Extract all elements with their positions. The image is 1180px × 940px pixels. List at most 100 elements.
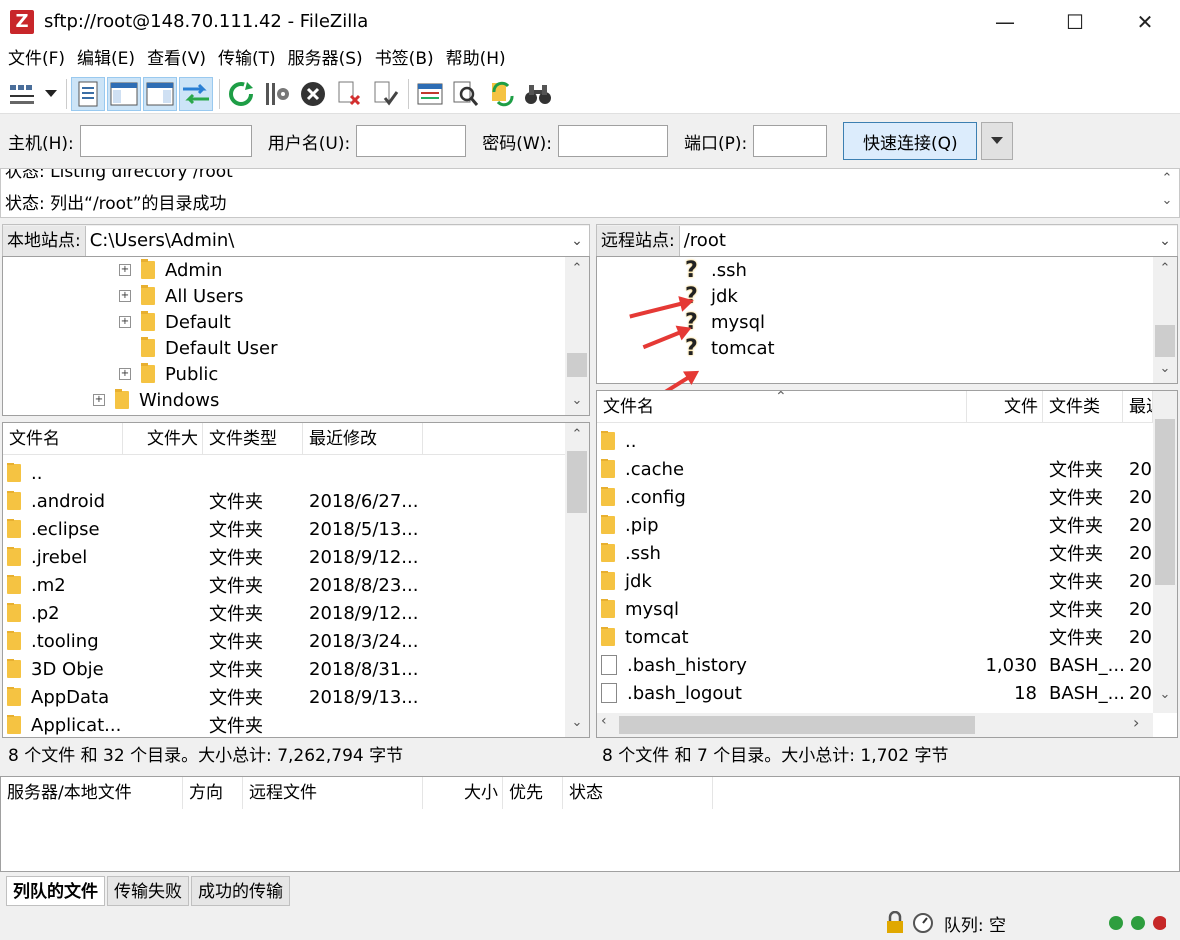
column-size[interactable]: 大小 xyxy=(423,777,503,809)
column-filename[interactable]: 文件名 ⌃ xyxy=(597,391,967,423)
scroll-thumb[interactable] xyxy=(567,451,587,513)
local-list-scrollbar[interactable]: ⌃ ⌄ xyxy=(565,423,589,737)
maximize-icon[interactable]: ☐ xyxy=(1040,0,1110,44)
cancel-operation-icon[interactable] xyxy=(296,77,330,111)
expand-icon[interactable]: + xyxy=(119,316,131,328)
toggle-filename-filter-icon[interactable] xyxy=(449,77,483,111)
tree-item[interactable]: ? tomcat xyxy=(685,335,775,361)
scroll-down-icon[interactable]: ⌄ xyxy=(1153,687,1177,702)
scroll-down-icon[interactable]: ⌄ xyxy=(565,715,589,730)
username-input[interactable] xyxy=(356,125,467,157)
file-row[interactable]: 3D Obje 文件夹 2018/8/31... xyxy=(7,655,423,683)
file-row[interactable]: .. xyxy=(7,459,423,487)
quickconnect-button[interactable]: 快速连接(Q) xyxy=(843,122,978,160)
remote-tree-scrollbar[interactable]: ⌃ ⌄ xyxy=(1153,257,1177,383)
tree-item[interactable]: + Windows xyxy=(93,387,219,413)
file-row[interactable]: .. xyxy=(601,427,1153,455)
quickconnect-dropdown-icon[interactable] xyxy=(981,122,1014,160)
scroll-thumb[interactable] xyxy=(1155,419,1175,585)
file-row[interactable]: .cache 文件夹 20 xyxy=(601,455,1153,483)
menu-bookmarks[interactable]: 书签(B) xyxy=(369,44,440,74)
expand-icon[interactable]: + xyxy=(119,368,131,380)
password-input[interactable] xyxy=(558,125,669,157)
column-filetype[interactable]: 文件类 xyxy=(1043,391,1123,423)
scroll-up-icon[interactable]: ⌃ xyxy=(565,427,589,442)
tree-item[interactable]: + Default xyxy=(119,309,231,335)
file-row[interactable]: tomcat 文件夹 20 xyxy=(601,623,1153,651)
expand-icon[interactable]: + xyxy=(119,290,131,302)
scroll-down-icon[interactable]: ⌄ xyxy=(565,393,589,408)
reconnect-icon[interactable] xyxy=(368,77,402,111)
menu-server[interactable]: 服务器(S) xyxy=(282,44,369,74)
column-remote-file[interactable]: 远程文件 xyxy=(243,777,423,809)
file-row[interactable]: AppData 文件夹 2018/9/13... xyxy=(7,683,423,711)
column-filetype[interactable]: 文件类型 xyxy=(203,423,303,455)
column-direction[interactable]: 方向 xyxy=(183,777,243,809)
site-manager-icon[interactable] xyxy=(6,77,40,111)
file-row[interactable]: .bash_logout 18 BASH_... 20 xyxy=(601,679,1153,707)
scroll-down-icon[interactable]: ⌄ xyxy=(1155,193,1179,208)
file-row[interactable]: .tooling 文件夹 2018/3/24... xyxy=(7,627,423,655)
file-row[interactable]: .p2 文件夹 2018/9/12... xyxy=(7,599,423,627)
column-status[interactable]: 状态 xyxy=(563,777,713,809)
toggle-remote-tree-icon[interactable] xyxy=(143,76,177,111)
file-row[interactable]: .android 文件夹 2018/6/27... xyxy=(7,487,423,515)
toggle-local-tree-icon[interactable] xyxy=(107,76,141,111)
scroll-thumb[interactable] xyxy=(567,353,587,377)
menu-edit[interactable]: 编辑(E) xyxy=(71,44,141,74)
menu-file[interactable]: 文件(F) xyxy=(2,44,71,74)
scroll-up-icon[interactable]: ⌃ xyxy=(1153,261,1177,276)
speed-limit-icon[interactable] xyxy=(912,912,934,934)
site-manager-dropdown-icon[interactable] xyxy=(42,77,60,111)
remote-list-scrollbar[interactable]: ⌄ xyxy=(1153,391,1177,713)
scroll-up-icon[interactable]: ⌃ xyxy=(565,261,589,276)
minimize-icon[interactable]: — xyxy=(970,0,1040,44)
file-row[interactable]: .jrebel 文件夹 2018/9/12... xyxy=(7,543,423,571)
file-row[interactable]: .bash_history 1,030 BASH_... 20 xyxy=(601,651,1153,679)
menu-view[interactable]: 查看(V) xyxy=(141,44,212,74)
expand-icon[interactable]: + xyxy=(93,394,105,406)
tab-failed-transfers[interactable]: 传输失败 xyxy=(107,876,189,906)
menu-transfer[interactable]: 传输(T) xyxy=(212,44,282,74)
port-input[interactable] xyxy=(753,125,828,157)
sync-browsing-icon[interactable] xyxy=(485,77,519,111)
host-input[interactable] xyxy=(79,125,252,157)
local-path-input[interactable]: C:\Users\Admin\ xyxy=(85,226,565,256)
tree-item[interactable]: ? .ssh xyxy=(685,257,747,283)
column-priority[interactable]: 优先 xyxy=(503,777,563,809)
directory-listing-filters-icon[interactable] xyxy=(413,77,447,111)
refresh-icon[interactable] xyxy=(224,77,258,111)
tree-item[interactable]: + Public xyxy=(119,361,218,387)
process-queue-icon[interactable] xyxy=(260,77,294,111)
tree-item[interactable]: + All Users xyxy=(119,283,243,309)
tree-item[interactable]: Default User xyxy=(141,335,278,361)
column-filesize[interactable]: 文件大 xyxy=(123,423,203,455)
scroll-down-icon[interactable]: ⌄ xyxy=(1153,361,1177,376)
log-scrollbar[interactable]: ⌃ ⌄ xyxy=(1155,169,1179,217)
local-tree-scrollbar[interactable]: ⌃ ⌄ xyxy=(565,257,589,415)
scroll-left-icon[interactable]: ‹ xyxy=(601,713,607,729)
close-icon[interactable]: ✕ xyxy=(1110,0,1180,44)
file-row[interactable]: jdk 文件夹 20 xyxy=(601,567,1153,595)
tab-successful-transfers[interactable]: 成功的传输 xyxy=(191,876,290,906)
column-filesize[interactable]: 文件 xyxy=(967,391,1043,423)
toggle-message-log-icon[interactable] xyxy=(71,76,105,111)
file-row[interactable]: .ssh 文件夹 20 xyxy=(601,539,1153,567)
scroll-right-icon[interactable]: › xyxy=(1133,713,1139,732)
remote-path-input[interactable]: /root xyxy=(679,226,1153,256)
tree-item[interactable]: ? mysql xyxy=(685,309,765,335)
disconnect-icon[interactable] xyxy=(332,77,366,111)
column-modified[interactable]: 最近 xyxy=(1123,391,1153,423)
column-modified[interactable]: 最近修改 xyxy=(303,423,423,455)
file-row[interactable]: mysql 文件夹 20 xyxy=(601,595,1153,623)
remote-path-dropdown-icon[interactable]: ⌄ xyxy=(1153,226,1177,256)
file-row[interactable]: .m2 文件夹 2018/8/23... xyxy=(7,571,423,599)
expand-icon[interactable]: + xyxy=(119,264,131,276)
toggle-transfer-queue-icon[interactable] xyxy=(179,76,213,111)
file-row[interactable]: .config 文件夹 20 xyxy=(601,483,1153,511)
search-remote-files-icon[interactable] xyxy=(521,77,555,111)
menu-help[interactable]: 帮助(H) xyxy=(440,44,512,74)
file-row[interactable]: .eclipse 文件夹 2018/5/13... xyxy=(7,515,423,543)
scroll-thumb[interactable] xyxy=(619,716,975,734)
column-server-local-file[interactable]: 服务器/本地文件 xyxy=(1,777,183,809)
